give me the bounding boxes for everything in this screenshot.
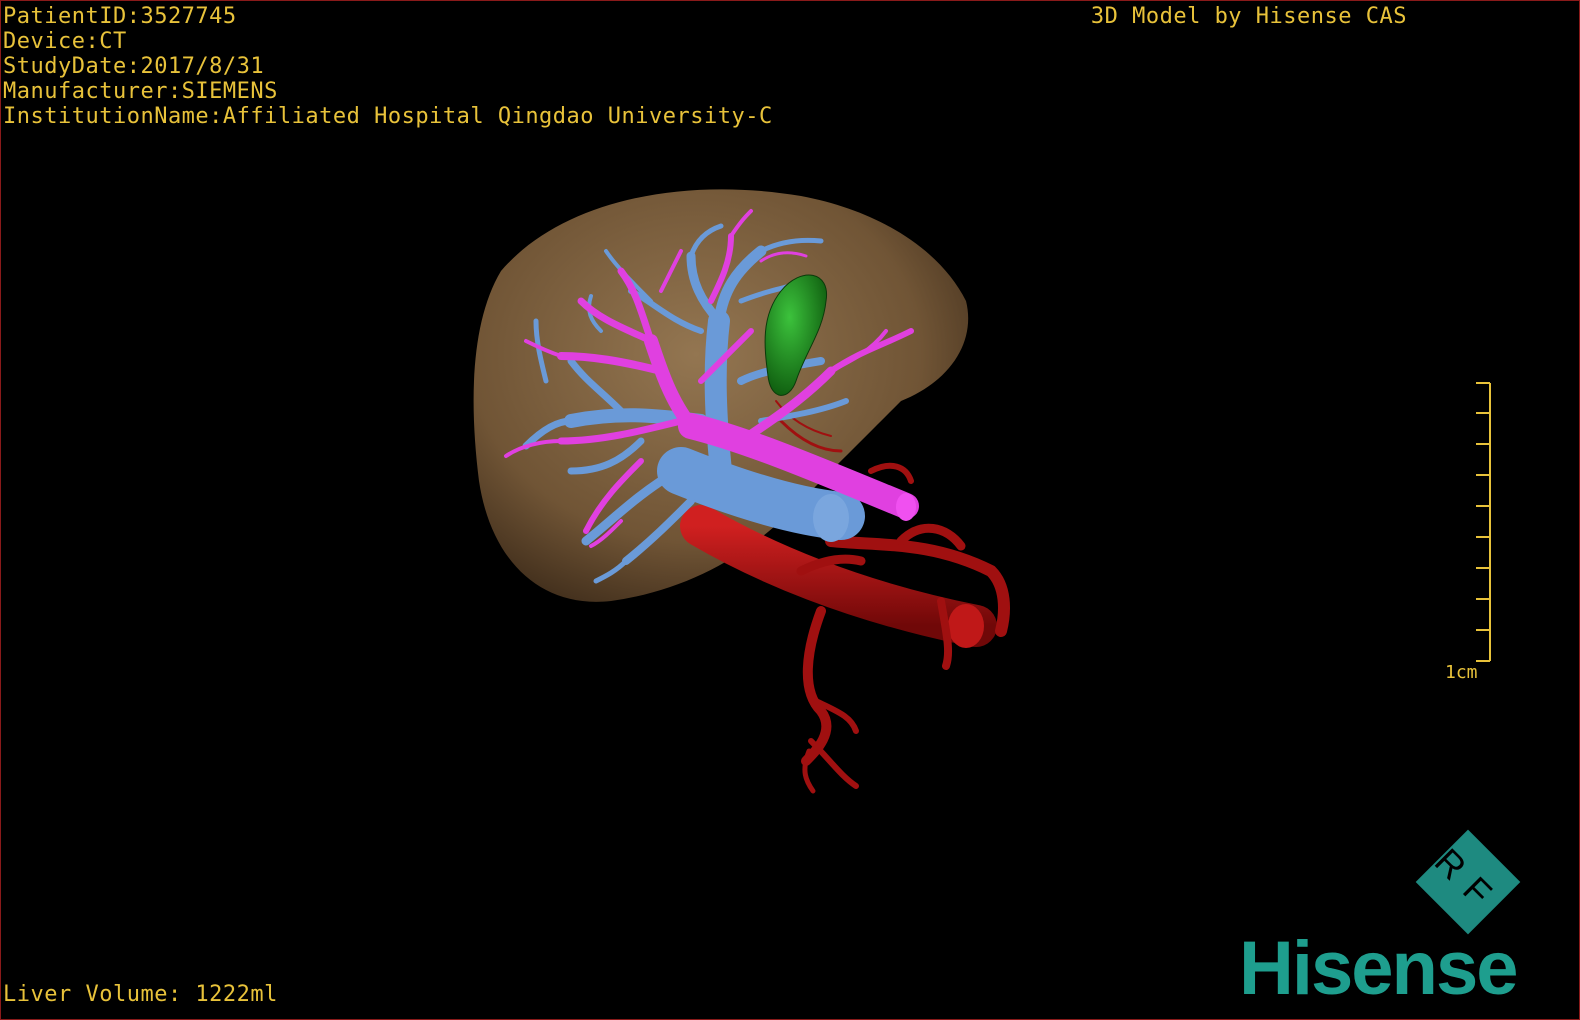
study-date: StudyDate:2017/8/31 (3, 54, 265, 79)
manufacturer: Manufacturer:SIEMENS (3, 79, 278, 104)
institution-name: InstitutionName:Affiliated Hospital Qing… (3, 104, 773, 129)
liver-volume: Liver Volume: 1222ml (3, 982, 278, 1007)
patient-id: PatientID:3527745 (3, 4, 237, 29)
device: Device:CT (3, 29, 127, 54)
3d-viewport[interactable]: PatientID:3527745 Device:CT StudyDate:2017… (0, 0, 1580, 1020)
model-brand-title: 3D Model by Hisense CAS (1090, 4, 1407, 29)
scale-bar-label: 1cm (1445, 662, 1478, 683)
dicom-metadata: PatientID:3527745 Device:CT StudyDate:2017… (3, 4, 773, 129)
hisense-wordmark: Hisense (1239, 926, 1518, 1011)
rf-mark: RF (1426, 840, 1510, 924)
hisense-logo: RF Hisense (1231, 829, 1576, 1011)
scale-bar (1476, 382, 1491, 662)
